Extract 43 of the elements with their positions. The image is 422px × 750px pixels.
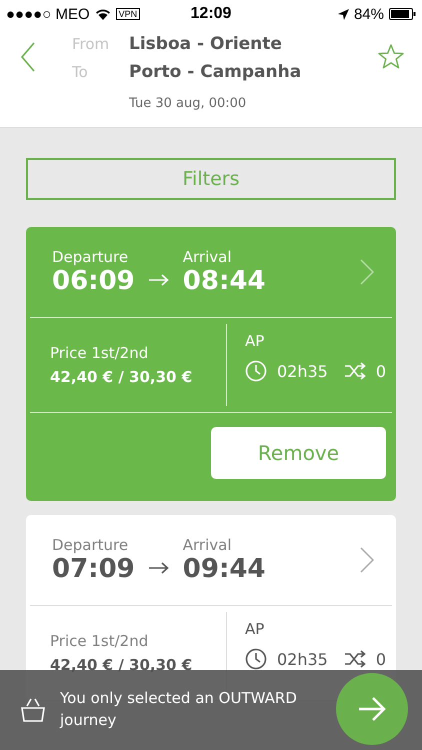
arrow-icon	[148, 274, 169, 286]
service-type: AP	[244, 620, 266, 638]
shuffle-icon	[344, 650, 366, 668]
departure-time: 06:09	[52, 266, 135, 296]
filters-button[interactable]: Filters	[26, 158, 396, 200]
from-label: From	[72, 35, 110, 53]
clock-icon	[244, 360, 267, 382]
departure-label: Departure	[52, 536, 130, 554]
clock-time: 12:09	[190, 5, 232, 23]
arrow-right-icon	[358, 697, 386, 721]
travel-date: Tue 30 aug, 00:00	[129, 96, 248, 111]
journey-card[interactable]: Departure 06:09 Arrival 08:44 Price 1st/2nd 42,40 € / 30,30 € AP 02h35 0 Remove	[26, 227, 396, 501]
carrier-name: ●●●●○ MEO	[6, 6, 90, 22]
change-count: 0	[376, 650, 386, 668]
arrival-label: Arrival	[182, 536, 233, 554]
basket-icon	[20, 697, 46, 723]
battery-icon	[388, 8, 416, 20]
arrival-label: Arrival	[182, 248, 233, 266]
price-value: 42,40 € / 30,30 €	[50, 368, 194, 386]
departure-label: Departure	[52, 248, 130, 266]
battery-percent: 84%	[354, 6, 384, 22]
price-value: 42,40 € / 30,30 €	[50, 656, 194, 674]
departure-time: 07:09	[52, 554, 135, 584]
arrival-time: 09:44	[182, 554, 266, 584]
price-label: Price 1st/2nd	[50, 344, 150, 362]
shuffle-icon	[344, 362, 366, 380]
to-label: To	[72, 63, 89, 81]
arrival-time: 08:44	[182, 266, 266, 296]
change-count: 0	[376, 362, 386, 380]
wifi-icon	[94, 8, 111, 20]
back-icon[interactable]	[20, 42, 36, 72]
duration: 02h35	[276, 362, 328, 380]
destination-station: Porto - Campanha	[129, 62, 302, 82]
arrow-icon	[148, 562, 169, 574]
duration: 02h35	[276, 650, 328, 668]
price-label: Price 1st/2nd	[50, 632, 150, 650]
service-type: AP	[244, 332, 266, 350]
vpn-indicator: VPN	[116, 8, 140, 20]
location-arrow-icon	[338, 8, 349, 20]
remove-button[interactable]: Remove	[211, 427, 386, 479]
chevron-icon[interactable]	[360, 547, 374, 573]
origin-station: Lisboa - Oriente	[129, 34, 282, 54]
star-icon[interactable]	[378, 44, 404, 69]
